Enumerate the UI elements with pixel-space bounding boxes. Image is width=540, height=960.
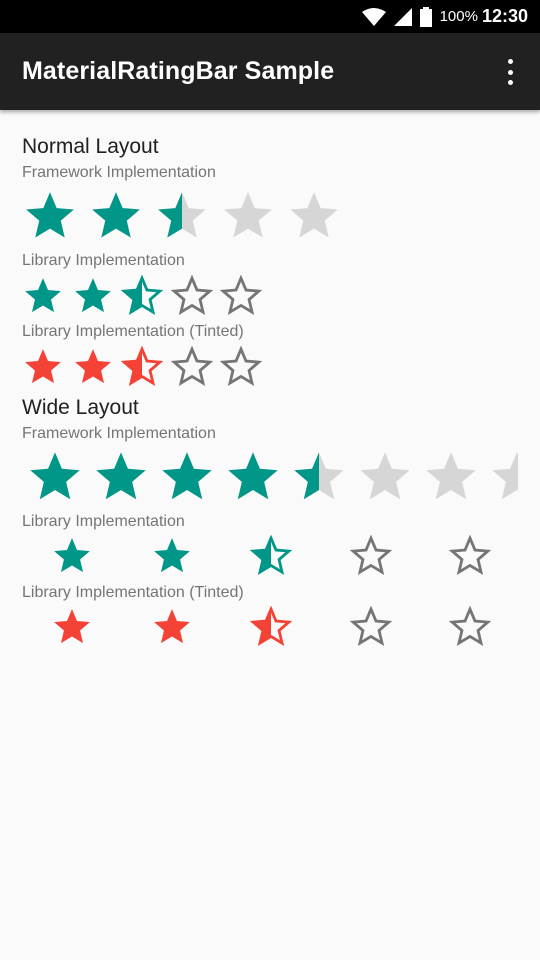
star-empty-icon: [290, 192, 338, 238]
star-empty-icon: [426, 452, 476, 500]
rating-bar-wide-framework[interactable]: [0, 448, 518, 506]
clock: 12:30: [481, 6, 528, 26]
star-empty-icon: [349, 535, 392, 576]
rating-bar-normal-framework[interactable]: [0, 188, 342, 244]
star-filled-icon: [54, 609, 90, 644]
caption-normal-framework: Framework Implementation: [22, 164, 216, 181]
star-empty-icon: [170, 346, 213, 387]
star-empty-icon: [449, 535, 491, 576]
battery-percent: 100%: [439, 8, 478, 25]
star-half-icon: [250, 535, 292, 576]
rating-bar-wide-library[interactable]: [0, 535, 491, 577]
star-half-icon: [158, 192, 206, 238]
star-filled-icon: [25, 278, 61, 313]
caption-wide-library-tinted: Library Implementation (Tinted): [22, 584, 244, 601]
caption-wide-framework: Framework Implementation: [22, 425, 216, 442]
star-filled-icon: [26, 192, 74, 238]
star-empty-icon: [224, 192, 272, 238]
star-filled-icon: [153, 538, 190, 573]
caption-normal-library: Library Implementation: [22, 252, 185, 269]
rating-bar-normal-library[interactable]: [0, 275, 262, 317]
section-title-normal-layout: Normal Layout: [22, 135, 159, 158]
star-empty-icon: [492, 452, 518, 500]
star-empty-icon: [449, 606, 491, 647]
star-empty-icon: [170, 275, 213, 316]
star-filled-icon: [30, 452, 80, 500]
caption-normal-library-tinted: Library Implementation (Tinted): [22, 323, 244, 340]
star-filled-icon: [162, 452, 212, 500]
star-filled-icon: [74, 278, 111, 313]
wifi-icon: [361, 7, 386, 26]
cell-signal-icon: [393, 7, 412, 26]
star-half-icon: [121, 346, 163, 387]
section-title-wide-layout: Wide Layout: [22, 396, 139, 419]
star-filled-icon: [228, 452, 278, 500]
star-empty-icon: [360, 452, 410, 500]
star-half-icon: [294, 452, 344, 500]
star-half-icon: [250, 606, 292, 647]
rating-bar-normal-library-tinted[interactable]: [0, 346, 262, 388]
battery-icon: [419, 6, 432, 27]
app-bar: MaterialRatingBar Sample: [0, 33, 540, 110]
caption-wide-library: Library Implementation: [22, 513, 185, 530]
star-filled-icon: [54, 538, 90, 573]
star-filled-icon: [74, 349, 111, 384]
star-filled-icon: [92, 192, 140, 238]
overflow-menu-icon[interactable]: [500, 59, 520, 85]
star-filled-icon: [25, 349, 61, 384]
star-empty-icon: [220, 275, 262, 316]
status-bar: 100% 12:30: [0, 0, 540, 33]
rating-bar-wide-library-tinted[interactable]: [0, 606, 491, 648]
app-title: MaterialRatingBar Sample: [22, 57, 335, 85]
star-empty-icon: [220, 346, 262, 387]
star-half-icon: [121, 275, 163, 316]
star-empty-icon: [349, 606, 392, 647]
star-filled-icon: [153, 609, 190, 644]
star-filled-icon: [96, 452, 146, 500]
